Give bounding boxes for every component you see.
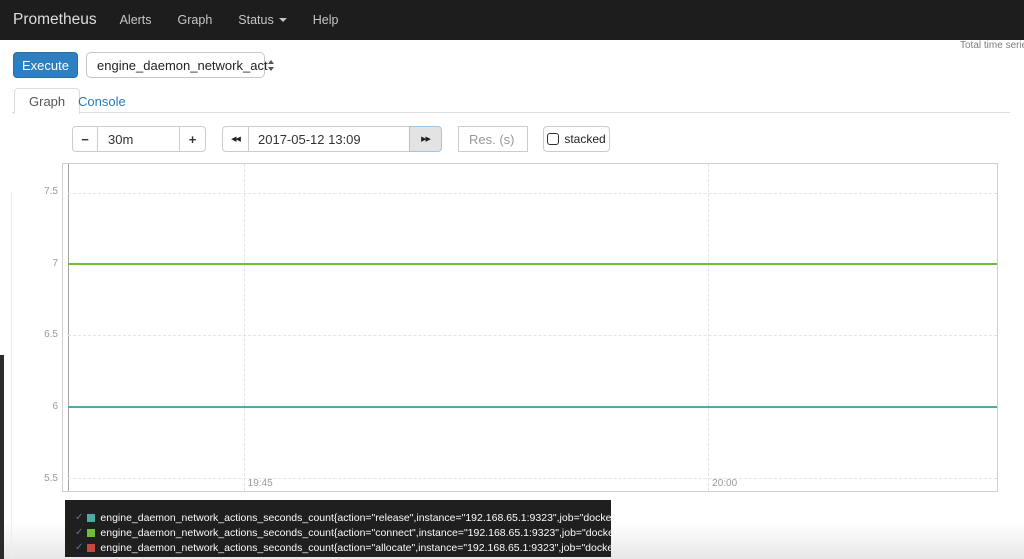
v-gridline xyxy=(708,164,710,491)
chevron-down-icon xyxy=(278,18,287,22)
tab-divider xyxy=(12,112,1010,113)
legend-check-icon[interactable]: ✓ xyxy=(75,542,83,553)
query-expression-select[interactable]: engine_daemon_network_act xyxy=(86,52,274,78)
nav-item-alerts[interactable]: Alerts xyxy=(107,13,165,27)
h-gridline xyxy=(68,335,997,337)
stacked-label: stacked xyxy=(564,132,606,146)
legend-series-label[interactable]: engine_daemon_network_actions_seconds_co… xyxy=(100,542,611,554)
nav-item-status-label: Status xyxy=(238,13,274,27)
plot-area[interactable]: 19:45 20:00 xyxy=(62,163,998,492)
total-time-series-label: Total time series xyxy=(960,40,1024,51)
y-axis-labels: 7.5 7 6.5 6 5.5 xyxy=(26,163,58,492)
legend-item[interactable]: ✓ engine_daemon_network_actions_seconds_c… xyxy=(75,510,611,525)
range-zoom-out-button[interactable]: − xyxy=(72,126,98,152)
range-zoom-in-button[interactable]: + xyxy=(179,126,206,152)
execute-button[interactable]: Execute xyxy=(13,52,78,78)
resolution-field xyxy=(458,126,528,152)
series-line xyxy=(68,262,997,265)
query-expression-value: engine_daemon_network_act xyxy=(97,57,268,73)
navbar: Prometheus Alerts Graph Status Help xyxy=(0,0,1024,40)
legend-swatch xyxy=(87,528,96,537)
stacked-checkbox[interactable] xyxy=(547,133,560,145)
legend-check-icon[interactable]: ✓ xyxy=(75,512,83,523)
y-tick-label: 6.5 xyxy=(44,329,58,341)
legend: ✓ engine_daemon_network_actions_seconds_c… xyxy=(65,500,611,557)
legend-swatch xyxy=(87,513,96,522)
y-tick-label: 7 xyxy=(52,257,58,269)
legend-swatch xyxy=(87,543,96,552)
select-stepper-icon xyxy=(267,59,274,71)
x-tick-label: 20:00 xyxy=(712,478,738,489)
y-axis-line xyxy=(68,164,69,491)
panel-border-line xyxy=(11,192,12,559)
nav-item-status[interactable]: Status xyxy=(225,13,299,27)
nav-item-help[interactable]: Help xyxy=(300,13,352,27)
end-time-input[interactable]: 2017-05-12 13:09 xyxy=(248,126,410,152)
h-gridline xyxy=(68,478,997,480)
tab-graph[interactable]: Graph xyxy=(14,88,81,114)
h-gridline xyxy=(68,192,997,194)
legend-series-label[interactable]: engine_daemon_network_actions_seconds_co… xyxy=(100,527,611,539)
stacked-toggle-button[interactable]: stacked xyxy=(543,126,610,152)
step-forward-button[interactable]: ▶▶ xyxy=(409,126,442,152)
legend-check-icon[interactable]: ✓ xyxy=(75,527,83,538)
tab-console[interactable]: Console xyxy=(78,94,126,109)
x-tick-label: 19:45 xyxy=(247,478,273,489)
y-tick-label: 5.5 xyxy=(44,473,58,485)
step-back-button[interactable]: ◀◀ xyxy=(222,126,249,152)
legend-item[interactable]: ✓ engine_daemon_network_actions_seconds_c… xyxy=(75,540,611,555)
resolution-input[interactable] xyxy=(469,131,525,147)
nav-item-graph[interactable]: Graph xyxy=(165,13,226,27)
prometheus-app: Prometheus Alerts Graph Status Help Tota… xyxy=(0,0,1024,559)
series-line xyxy=(68,405,997,408)
left-edge-artifact xyxy=(0,355,4,559)
range-duration-input[interactable]: 30m xyxy=(97,126,180,152)
y-tick-label: 7.5 xyxy=(44,185,58,197)
v-gridline xyxy=(243,164,245,491)
brand-link[interactable]: Prometheus xyxy=(13,11,97,29)
legend-series-label[interactable]: engine_daemon_network_actions_seconds_co… xyxy=(100,512,611,524)
y-tick-label: 6 xyxy=(52,401,58,413)
legend-item[interactable]: ✓ engine_daemon_network_actions_seconds_c… xyxy=(75,525,611,540)
